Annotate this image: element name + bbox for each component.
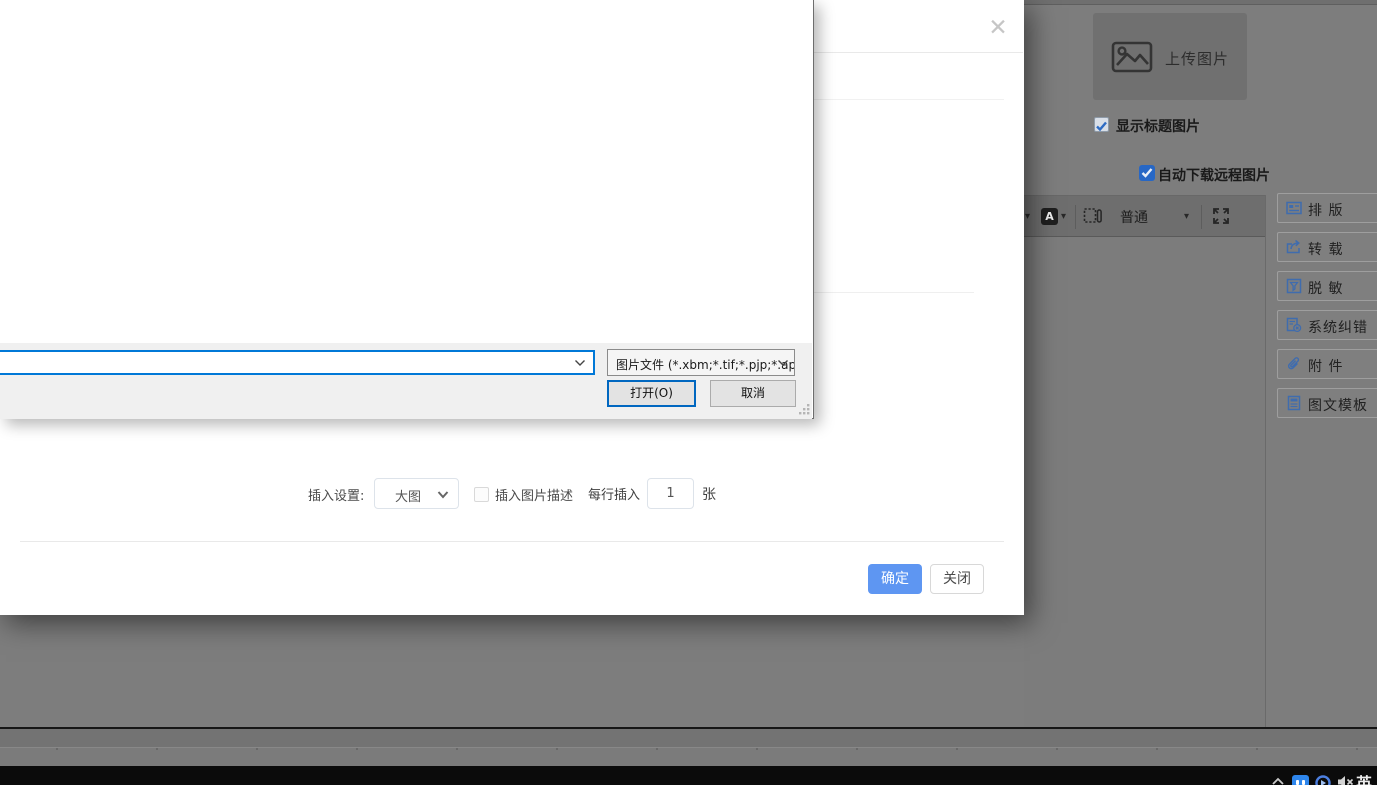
layout-icon (1286, 201, 1302, 215)
windows-taskbar: 英 (0, 766, 1377, 785)
sidebar-item-label: 脱 敏 (1308, 281, 1344, 297)
check-icon (1141, 168, 1153, 178)
image-size-select[interactable]: 大图 (374, 478, 459, 509)
chevron-down-icon[interactable]: ▾ (1184, 212, 1189, 222)
image-icon (1111, 41, 1153, 73)
footer-strip-dots (0, 748, 1377, 750)
upload-image-label: 上传图片 (1165, 50, 1230, 68)
sidebar-item-label: 排 版 (1308, 203, 1344, 219)
image-size-value: 大图 (395, 490, 422, 505)
chevron-down-icon (437, 491, 449, 499)
tray-expand-icon[interactable] (1271, 775, 1285, 785)
open-button[interactable]: 打开(O) (607, 380, 696, 407)
sidebar-divider (1265, 195, 1266, 727)
filter-icon (1286, 278, 1302, 294)
format-style-icon[interactable] (1083, 207, 1102, 226)
dialog-footer-divider (20, 541, 1004, 542)
windows-open-file-dialog: 图片文件 (*.xbm;*.tif;*.pjp;*.ap 打开(O) 取消 (0, 0, 814, 419)
insert-settings-label: 插入设置: (308, 489, 365, 504)
sidebar-item-label: 附 件 (1308, 359, 1344, 375)
per-row-unit: 张 (702, 487, 716, 503)
editor-toolbar: ▾ A ▾ 普通 ▾ (1020, 195, 1265, 237)
toolbar-separator (1201, 205, 1202, 229)
per-row-input[interactable]: 1 (647, 478, 694, 509)
tray-ring-icon[interactable] (1314, 774, 1332, 785)
sidebar-item-jiucuo[interactable]: 系统纠错 (1277, 310, 1377, 340)
status-strip (0, 729, 1377, 747)
font-color-icon[interactable]: A (1041, 208, 1058, 225)
chevron-down-icon[interactable]: ▾ (1061, 212, 1066, 222)
resize-grip[interactable] (798, 403, 811, 416)
per-row-label: 每行插入 (588, 488, 641, 503)
upload-image-button[interactable]: 上传图片 (1093, 13, 1247, 100)
chevron-down-icon (778, 360, 788, 366)
insert-description-checkbox[interactable] (474, 487, 489, 502)
editor-content-area (1024, 237, 1265, 727)
ime-indicator[interactable]: 英 (1356, 770, 1372, 785)
share-icon (1286, 239, 1300, 254)
filename-input[interactable] (0, 350, 595, 375)
paragraph-style-value[interactable]: 普通 (1120, 207, 1148, 227)
filetype-value: 图片文件 (*.xbm;*.tif;*.pjp;*.ap (616, 358, 795, 372)
sidebar-item-tuomin[interactable]: 脱 敏 (1277, 271, 1377, 301)
show-title-image-checkbox[interactable] (1094, 117, 1109, 132)
chevron-down-icon[interactable] (574, 359, 586, 367)
sidebar-item-paiban[interactable]: 排 版 (1277, 193, 1377, 223)
tray-volume-muted-icon[interactable] (1336, 774, 1355, 785)
sidebar-item-template[interactable]: 图文模板 (1277, 388, 1377, 418)
sidebar-item-label: 系统纠错 (1308, 320, 1368, 336)
sidebar-item-fujian[interactable]: 附 件 (1277, 349, 1377, 379)
confirm-button[interactable]: 确定 (868, 564, 922, 594)
close-button[interactable]: 关闭 (930, 564, 984, 594)
tray-messenger-icon[interactable] (1292, 775, 1309, 785)
filetype-select[interactable]: 图片文件 (*.xbm;*.tif;*.pjp;*.ap (607, 349, 795, 376)
fullscreen-icon[interactable] (1211, 206, 1231, 226)
chevron-down-icon[interactable]: ▾ (1025, 212, 1030, 222)
insert-description-label: 插入图片描述 (495, 489, 574, 504)
check-icon (1096, 121, 1107, 132)
paperclip-icon (1287, 357, 1300, 370)
sidebar-item-zhuanzai[interactable]: 转 载 (1277, 232, 1377, 262)
sidebar-item-label: 图文模板 (1308, 398, 1368, 414)
cancel-button[interactable]: 取消 (710, 380, 796, 407)
auto-download-checkbox[interactable] (1139, 165, 1155, 181)
show-title-image-label: 显示标题图片 (1116, 119, 1200, 135)
template-doc-icon (1287, 395, 1301, 411)
toolbar-separator (1075, 205, 1076, 229)
auto-download-label: 自动下载远程图片 (1158, 168, 1270, 184)
error-check-icon (1286, 317, 1302, 333)
sidebar-item-label: 转 载 (1308, 242, 1344, 258)
close-icon[interactable]: ✕ (983, 13, 1013, 43)
